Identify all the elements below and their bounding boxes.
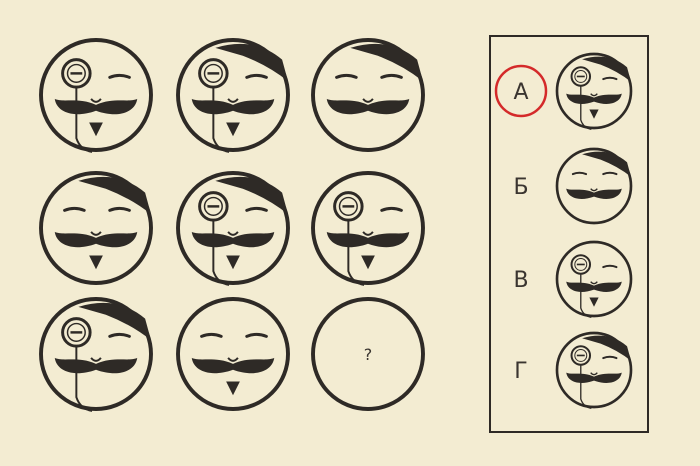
answer-option-label: Б <box>513 175 528 200</box>
answer-option-label: Г <box>514 359 527 384</box>
paper-background <box>0 0 700 466</box>
answer-option-label: В <box>513 268 528 293</box>
question-mark: ? <box>364 345 373 364</box>
puzzle-canvas: ? А Б В Г <box>0 0 700 466</box>
puzzle-page: ? А Б В Г <box>0 0 700 466</box>
answer-option-label: А <box>513 80 528 105</box>
